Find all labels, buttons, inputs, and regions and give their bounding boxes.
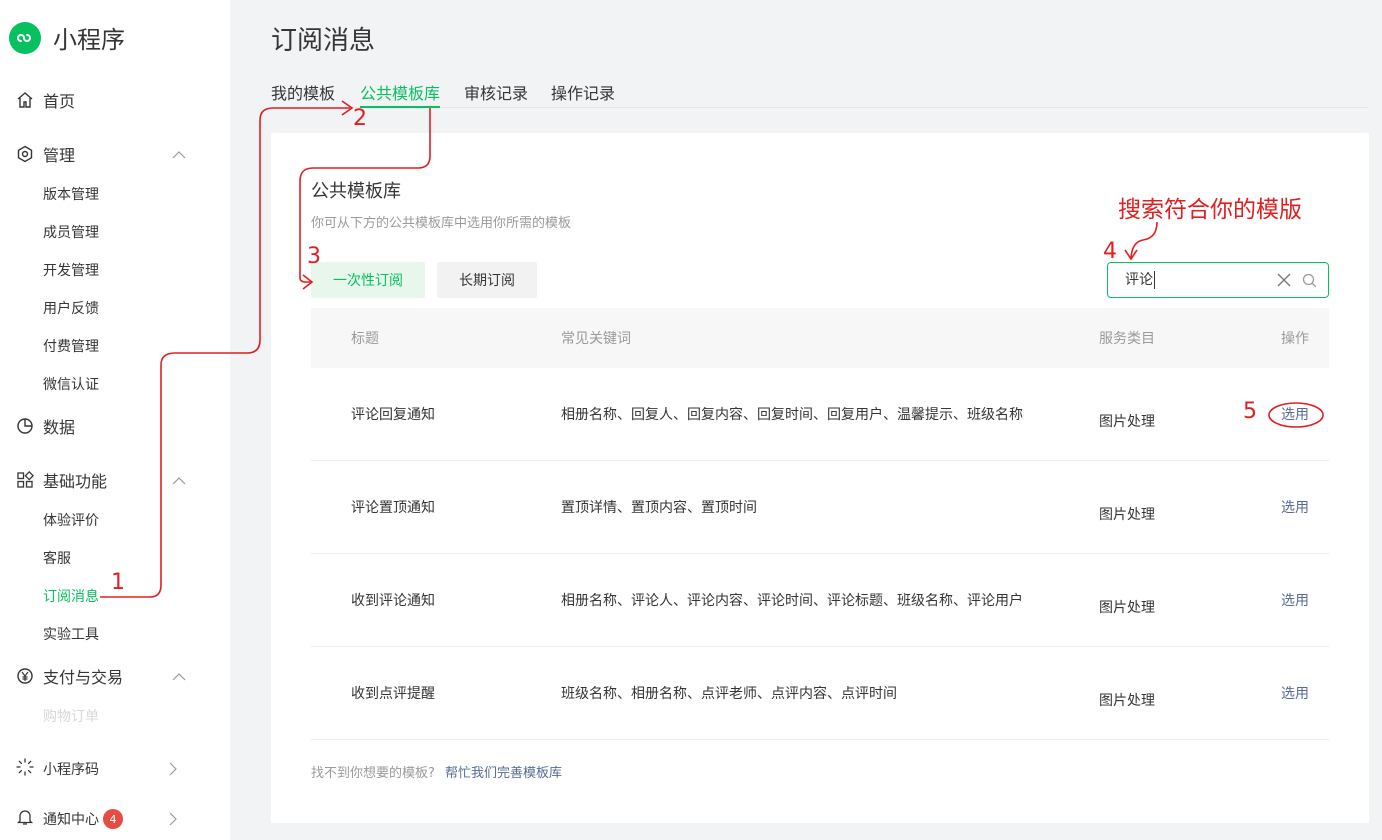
chevron-up-icon xyxy=(172,147,186,166)
sidebar-item-basic[interactable]: 基础功能 xyxy=(16,468,186,492)
row-title: 收到评论通知 xyxy=(351,593,435,609)
bell-icon xyxy=(16,808,34,830)
tab-my-templates[interactable]: 我的模板 xyxy=(271,80,335,108)
sidebar-item-notify[interactable]: 通知中心 4 xyxy=(16,808,181,830)
sidebar-item-label: 首页 xyxy=(43,92,76,111)
row-title: 评论回复通知 xyxy=(351,407,435,423)
annotation-step-1: 1 xyxy=(111,570,125,595)
sidebar: 小程序 首页 管理 版本管理 成员管理 开发管理 用户反馈 付费管理 微信认证 … xyxy=(0,0,230,840)
annotation-search-hint: 搜索符合你的模版 xyxy=(1118,197,1302,223)
select-button[interactable]: 选用 xyxy=(1281,590,1309,610)
sidebar-item-label: 管理 xyxy=(43,146,76,165)
select-button[interactable]: 选用 xyxy=(1281,497,1309,517)
improve-library-link[interactable]: 帮忙我们完善模板库 xyxy=(445,766,562,781)
sidebar-item-members[interactable]: 成员管理 xyxy=(43,222,183,242)
footer-text: 找不到你想要的模板? xyxy=(311,766,435,781)
app-name: 小程序 xyxy=(53,26,125,54)
annotation-step-2: 2 xyxy=(353,106,367,131)
sidebar-item-wechat-auth[interactable]: 微信认证 xyxy=(43,374,183,394)
sidebar-item-data[interactable]: 数据 xyxy=(16,414,186,438)
miniprogram-logo-icon xyxy=(9,21,41,54)
segment-long-term[interactable]: 长期订阅 xyxy=(437,262,537,298)
page-title: 订阅消息 xyxy=(271,26,376,56)
yuan-icon xyxy=(16,667,34,685)
settings-icon xyxy=(16,145,34,163)
sidebar-item-billing[interactable]: 付费管理 xyxy=(43,336,183,356)
row-title: 评论置顶通知 xyxy=(351,500,435,516)
footer: 找不到你想要的模板? 帮忙我们完善模板库 xyxy=(311,762,562,781)
segment-one-time[interactable]: 一次性订阅 xyxy=(311,262,425,298)
sidebar-item-qrcode[interactable]: 小程序码 xyxy=(16,758,181,780)
sidebar-item-service[interactable]: 客服 xyxy=(43,548,183,568)
sidebar-item-orders[interactable]: 购物订单 xyxy=(43,706,183,726)
row-category: 图片处理 xyxy=(1099,414,1155,430)
row-title: 收到点评提醒 xyxy=(351,686,435,702)
row-keywords: 置顶详情、置顶内容、置顶时间 xyxy=(561,500,757,516)
brand: 小程序 xyxy=(9,20,125,55)
sidebar-item-version[interactable]: 版本管理 xyxy=(43,184,183,204)
sidebar-item-label: 基础功能 xyxy=(43,472,108,491)
sidebar-item-lab[interactable]: 实验工具 xyxy=(43,624,183,644)
tab-review-records[interactable]: 审核记录 xyxy=(464,80,528,108)
select-button[interactable]: 选用 xyxy=(1281,404,1309,424)
sidebar-item-feedback[interactable]: 用户反馈 xyxy=(43,298,183,318)
card-description: 你可从下方的公共模板库中选用你所需的模板 xyxy=(311,216,572,231)
search-value: 评论 xyxy=(1125,271,1155,289)
table-row: 收到点评提醒 班级名称、相册名称、点评老师、点评内容、点评时间 图片处理 选用 xyxy=(311,647,1329,740)
table-header: 标题 常见关键词 服务类目 操作 xyxy=(311,308,1329,368)
header-action: 操作 xyxy=(1281,331,1309,347)
table-row: 评论回复通知 相册名称、回复人、回复内容、回复时间、回复用户、温馨提示、班级名称… xyxy=(311,368,1329,461)
tab-public-library[interactable]: 公共模板库 xyxy=(360,80,441,108)
home-icon xyxy=(16,91,34,109)
header-keywords: 常见关键词 xyxy=(561,331,631,347)
chevron-right-icon xyxy=(165,811,181,831)
sidebar-item-label: 数据 xyxy=(43,418,76,437)
annotation-step-5: 5 xyxy=(1243,399,1257,424)
annotation-step-4: 4 xyxy=(1103,239,1117,264)
apps-icon xyxy=(16,471,34,489)
template-table: 标题 常见关键词 服务类目 操作 评论回复通知 相册名称、回复人、回复内容、回复… xyxy=(311,308,1329,740)
library-card: 公共模板库 你可从下方的公共模板库中选用你所需的模板 一次性订阅 长期订阅 评论… xyxy=(271,133,1369,823)
close-icon[interactable] xyxy=(1276,272,1292,292)
sidebar-item-manage[interactable]: 管理 xyxy=(16,142,186,166)
sidebar-item-experience[interactable]: 体验评价 xyxy=(43,510,183,530)
table-row: 评论置顶通知 置顶详情、置顶内容、置顶时间 图片处理 选用 xyxy=(311,461,1329,554)
header-title: 标题 xyxy=(351,331,379,347)
header-category: 服务类目 xyxy=(1099,331,1155,347)
pie-chart-icon xyxy=(16,417,34,435)
sidebar-item-label: 通知中心 xyxy=(43,812,99,828)
row-category: 图片处理 xyxy=(1099,507,1155,523)
row-keywords: 相册名称、回复人、回复内容、回复时间、回复用户、温馨提示、班级名称 xyxy=(561,407,1023,423)
tab-bar: 我的模板 公共模板库 审核记录 操作记录 xyxy=(271,80,1368,108)
sidebar-item-home[interactable]: 首页 xyxy=(16,88,186,112)
sidebar-item-label: 小程序码 xyxy=(43,762,99,778)
annotation-step-3: 3 xyxy=(307,244,321,269)
notification-badge: 4 xyxy=(103,809,123,829)
row-category: 图片处理 xyxy=(1099,600,1155,616)
sidebar-item-dev[interactable]: 开发管理 xyxy=(43,260,183,280)
tab-operation-records[interactable]: 操作记录 xyxy=(551,80,615,108)
row-category: 图片处理 xyxy=(1099,693,1155,709)
card-title: 公共模板库 xyxy=(311,181,401,202)
search-icon[interactable] xyxy=(1302,273,1317,292)
sidebar-item-pay[interactable]: 支付与交易 xyxy=(16,664,186,688)
select-button[interactable]: 选用 xyxy=(1281,683,1309,703)
search-input[interactable]: 评论 xyxy=(1107,262,1329,298)
chevron-up-icon xyxy=(172,473,186,492)
table-row: 收到评论通知 相册名称、评论人、评论内容、评论时间、评论标题、班级名称、评论用户… xyxy=(311,554,1329,647)
row-keywords: 班级名称、相册名称、点评老师、点评内容、点评时间 xyxy=(561,686,897,702)
row-keywords: 相册名称、评论人、评论内容、评论时间、评论标题、班级名称、评论用户 xyxy=(561,593,1023,609)
qrcode-icon xyxy=(16,758,34,780)
sidebar-item-label: 支付与交易 xyxy=(43,668,124,687)
chevron-up-icon xyxy=(172,669,186,688)
chevron-right-icon xyxy=(165,761,181,781)
